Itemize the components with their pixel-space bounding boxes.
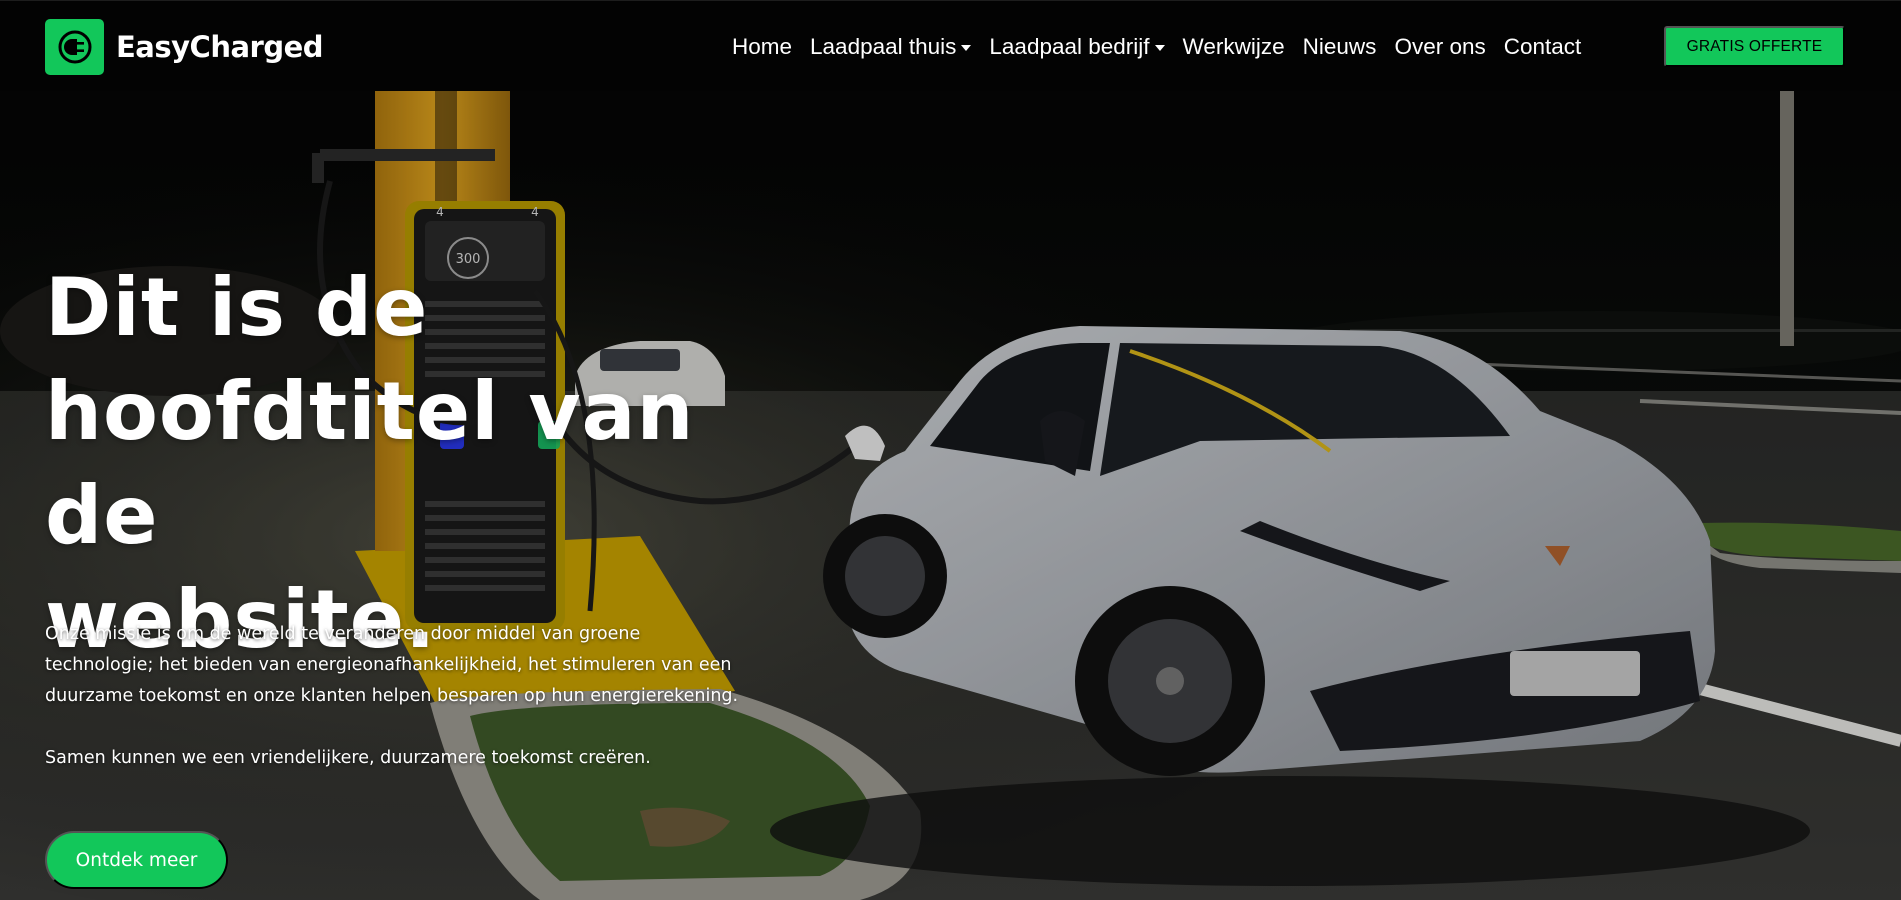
main-nav: Home Laadpaal thuis Laadpaal bedrijf Wer… (732, 29, 1599, 65)
hero-title-line: hoofdtitel van de (45, 365, 695, 562)
nav-item-contact[interactable]: Contact (1504, 34, 1582, 60)
gratis-offerte-button[interactable]: GRATIS OFFERTE (1664, 26, 1845, 67)
paragraph-line: duurzame toekomst en onze klanten helpen… (45, 686, 739, 706)
nav-item-nieuws[interactable]: Nieuws (1303, 34, 1377, 60)
nav-item-werkwijze[interactable]: Werkwijze (1183, 34, 1285, 60)
chevron-down-icon (1154, 45, 1165, 51)
paragraph-line: Onze missie is om de wereld te verandere… (45, 624, 641, 644)
top-navbar: EasyCharged Home Laadpaal thuis Laadpaal… (0, 0, 1901, 91)
nav-item-laadpaal-thuis[interactable]: Laadpaal thuis (810, 34, 972, 60)
brand-name: EasyCharged (116, 30, 324, 64)
ontdek-meer-button[interactable]: Ontdek meer (45, 831, 228, 889)
hero-mission-paragraph: Onze missie is om de wereld te verandere… (45, 619, 785, 712)
nav-label: Contact (1503, 34, 1582, 59)
ev-plug-icon (45, 19, 104, 75)
hero-secondary-paragraph: Samen kunnen we een vriendelijkere, duur… (45, 748, 651, 768)
hero-section: 300 4 4 Dit is de hoofdtitel van de webs… (0, 91, 1901, 900)
nav-item-home[interactable]: Home (732, 34, 792, 60)
nav-label: Laadpaal thuis (810, 34, 957, 59)
nav-label: Nieuws (1302, 34, 1377, 59)
nav-label: Laadpaal bedrijf (989, 34, 1150, 59)
nav-label: Over ons (1394, 34, 1486, 59)
nav-item-over-ons[interactable]: Over ons (1394, 34, 1485, 60)
paragraph-line: technologie; het bieden van energieonafh… (45, 655, 732, 675)
brand[interactable]: EasyCharged (45, 19, 324, 75)
hero-title-line: Dit is de (45, 261, 429, 354)
nav-item-laadpaal-bedrijf[interactable]: Laadpaal bedrijf (989, 34, 1165, 60)
hero-title: Dit is de hoofdtitel van de website. (45, 256, 805, 672)
chevron-down-icon (961, 45, 972, 51)
nav-label: Werkwijze (1182, 34, 1285, 59)
nav-label: Home (732, 34, 793, 59)
